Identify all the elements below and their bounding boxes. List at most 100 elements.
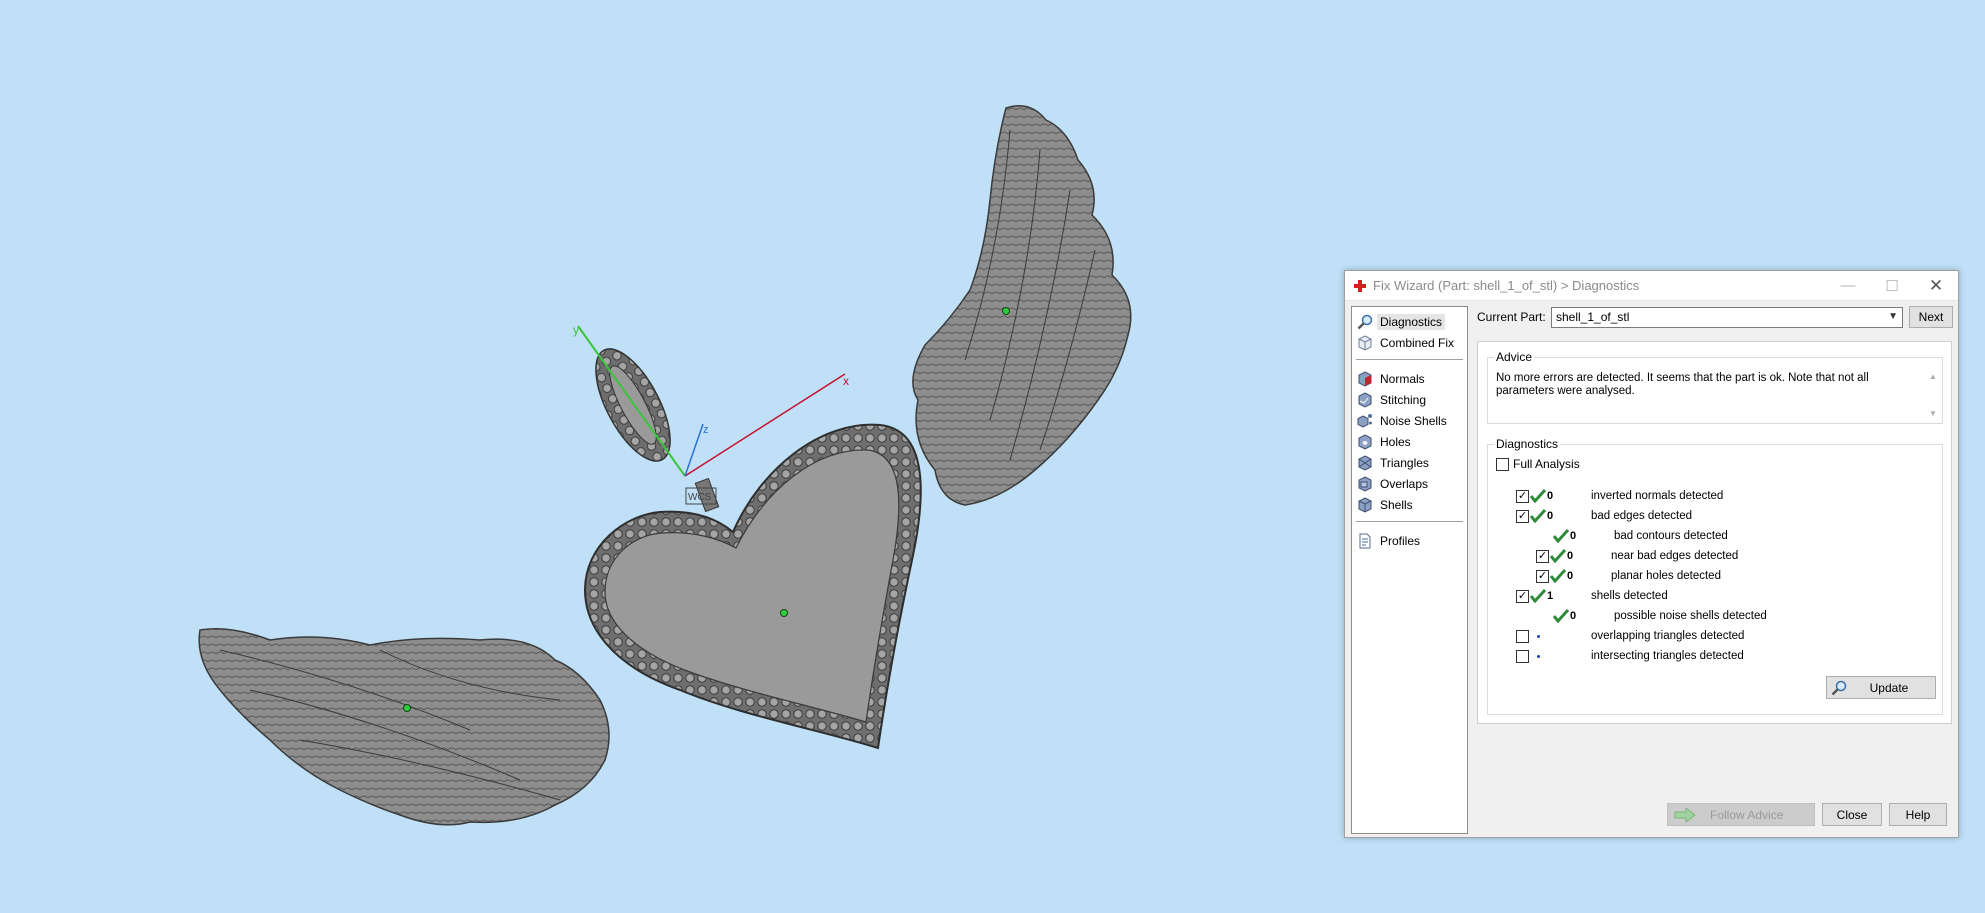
diag-row-near-bad-edges: ✓ 0 near bad edges detected [1536,548,1738,564]
diag-count: 0 [1570,530,1577,542]
holes-cube-icon [1357,433,1373,450]
fix-wizard-dialog: Fix Wizard (Part: shell_1_of_stl) > Diag… [1344,270,1959,838]
diag-row-overlapping-triangles: overlapping triangles detected [1516,628,1744,644]
cube-icon [1357,334,1373,351]
nav-item-shells[interactable]: Shells [1352,494,1467,515]
axis-z-label: z [703,424,709,436]
diag-row-bad-contours: 0 bad contours detected [1552,528,1728,544]
nav-label: Diagnostics [1377,313,1446,330]
follow-advice-label: Follow Advice [1710,807,1784,822]
nav-item-normals[interactable]: Normals [1352,368,1467,389]
stitching-cube-icon [1357,391,1373,408]
diag-row-planar-holes: ✓ 0 planar holes detected [1536,568,1721,584]
diag-count: 0 [1547,490,1554,502]
advice-text: No more errors are detected. It seems th… [1496,372,1869,397]
update-button[interactable]: Update [1826,676,1936,699]
bail-ring-model [595,348,671,462]
diag-count: 1 [1547,590,1554,602]
nav-item-noise-shells[interactable]: Noise Shells [1352,410,1467,431]
green-check-icon [1529,508,1547,524]
title-bar[interactable]: Fix Wizard (Part: shell_1_of_stl) > Diag… [1345,271,1958,301]
triangles-cube-icon [1357,454,1373,471]
shells-cube-icon [1357,496,1373,513]
diag-count: 0 [1567,550,1574,562]
diagnostics-group: Diagnostics Full Analysis ✓ 0 inverted n… [1487,437,1943,715]
diag-count: 0 [1570,610,1577,622]
diag-checkbox[interactable]: ✓ [1516,489,1529,503]
diagnostics-panel: Advice No more errors are detected. It s… [1477,341,1952,724]
left-wing-model [198,628,610,826]
full-analysis-label: Full Analysis [1513,457,1580,471]
wizard-content: Current Part: shell_1_of_stl ▼ Next Advi… [1477,306,1955,834]
nav-item-holes[interactable]: Holes [1352,431,1467,452]
scroll-up-icon[interactable]: ▲ [1929,372,1937,381]
scroll-down-icon[interactable]: ▼ [1929,409,1937,418]
diag-row-intersecting-triangles: intersecting triangles detected [1516,648,1744,664]
diag-label: inverted normals detected [1591,490,1724,502]
diag-checkbox[interactable]: ✓ [1536,569,1549,583]
green-check-icon [1529,588,1547,604]
green-check-icon [1549,548,1567,564]
diag-checkbox[interactable] [1516,629,1529,643]
heart-pendant-model [583,423,922,750]
diag-label: planar holes detected [1611,570,1721,582]
nav-divider [1356,359,1463,360]
profiles-document-icon [1357,533,1373,549]
axis-x-label: x [843,374,849,388]
nav-item-stitching[interactable]: Stitching [1352,389,1467,410]
wizard-nav: Diagnostics Combined Fix Normals Stitchi… [1351,306,1468,834]
dialog-title: Fix Wizard (Part: shell_1_of_stl) > Diag… [1373,278,1640,293]
diag-label: near bad edges detected [1611,550,1739,562]
minimize-button[interactable]: — [1826,271,1870,301]
diag-checkbox[interactable] [1516,649,1529,663]
nav-label: Holes [1380,434,1411,449]
diag-checkbox[interactable]: ✓ [1516,589,1529,603]
diag-label: possible noise shells detected [1614,610,1767,622]
nav-item-overlaps[interactable]: Overlaps [1352,473,1467,494]
diag-row-inverted-normals: ✓ 0 inverted normals detected [1516,488,1723,504]
magnifier-icon [1827,680,1851,696]
nav-item-combined-fix[interactable]: Combined Fix [1352,332,1467,353]
nav-label: Triangles [1380,455,1429,470]
axis-y-label: y [573,323,579,337]
current-part-select[interactable]: shell_1_of_stl ▼ [1551,306,1903,328]
nav-item-diagnostics[interactable]: Diagnostics [1352,311,1467,332]
nav-divider [1356,521,1463,522]
normals-cube-icon [1357,370,1373,387]
diag-label: intersecting triangles detected [1591,650,1744,662]
nav-label: Normals [1380,371,1425,386]
nav-label: Profiles [1380,533,1421,548]
full-analysis-checkbox[interactable] [1496,457,1509,471]
update-label: Update [1869,680,1909,695]
diag-row-bad-edges: ✓ 0 bad edges detected [1516,508,1692,524]
nav-item-triangles[interactable]: Triangles [1352,452,1467,473]
full-analysis-row[interactable]: Full Analysis [1496,457,1580,471]
advice-scrollbar[interactable]: ▲ ▼ [1928,372,1940,418]
next-button[interactable]: Next [1909,306,1953,328]
diag-checkbox[interactable]: ✓ [1516,509,1529,523]
diag-row-noise-shells: 0 possible noise shells detected [1552,608,1767,624]
wcs-label: WCS [688,492,712,503]
red-cross-icon [1354,279,1366,292]
dialog-buttons: Follow Advice Close Help [1667,803,1947,826]
diag-row-shells: ✓ 1 shells detected [1516,588,1668,604]
diag-checkbox[interactable]: ✓ [1536,549,1549,563]
green-check-icon [1552,528,1570,544]
current-part-row: Current Part: shell_1_of_stl ▼ Next [1477,306,1955,328]
green-check-icon [1529,488,1547,504]
green-check-icon [1552,608,1570,624]
noise-shells-icon [1357,413,1373,429]
help-button[interactable]: Help [1889,803,1947,826]
nav-label: Overlaps [1380,476,1429,491]
diag-count: 0 [1547,510,1554,522]
nav-label: Noise Shells [1380,413,1447,428]
close-window-button[interactable]: ✕ [1914,271,1958,301]
follow-advice-button[interactable]: Follow Advice [1667,803,1815,826]
overlaps-cube-icon [1357,475,1373,492]
nav-label: Shells [1380,497,1413,512]
nav-item-profiles[interactable]: Profiles [1352,530,1467,551]
green-check-icon [1549,568,1567,584]
nav-label: Combined Fix [1380,335,1455,350]
maximize-button[interactable]: ☐ [1870,271,1914,301]
close-button[interactable]: Close [1822,803,1882,826]
